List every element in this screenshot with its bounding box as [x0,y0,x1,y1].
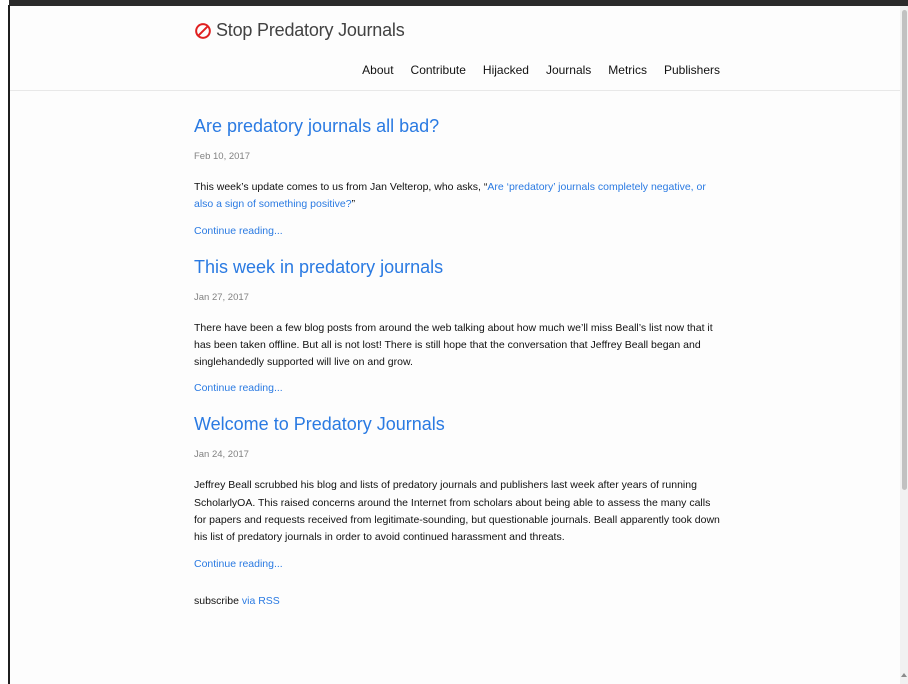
post-item: This week in predatory journals Jan 27, … [194,256,724,397]
post-excerpt: Jeffrey Beall scrubbed his blog and list… [194,479,720,544]
post-title: Are predatory journals all bad? [194,115,724,137]
window-left-border [8,5,10,684]
excerpt-text: This week’s update comes to us from Jan … [194,181,488,193]
site-title-link[interactable]: Stop Predatory Journals [194,20,405,41]
continue-reading-link[interactable]: Continue reading... [194,224,283,238]
post-excerpt: This week’s update comes to us from Jan … [194,179,724,214]
nav-contribute-link[interactable]: Contribute [411,63,466,77]
post-item: Welcome to Predatory Journals Jan 24, 20… [194,413,724,571]
post-title-link[interactable]: Welcome to Predatory Journals [194,414,445,434]
post-title-link[interactable]: Are predatory journals all bad? [194,116,439,136]
continue-reading-link[interactable]: Continue reading... [194,381,283,395]
nav-metrics-link[interactable]: Metrics [608,63,647,77]
nav-about-link[interactable]: About [362,63,393,77]
post-list: Are predatory journals all bad? Feb 10, … [194,90,724,608]
post-title-link[interactable]: This week in predatory journals [194,257,443,277]
subscribe-line: subscribe via RSS [194,594,724,608]
nav-publishers-link[interactable]: Publishers [664,63,720,77]
scrollbar-thumb[interactable] [902,10,907,490]
post-excerpt: There have been a few blog posts from ar… [194,321,713,369]
excerpt-text: ” [351,198,356,211]
post-date: Feb 10, 2017 [194,151,250,162]
post-item: Are predatory journals all bad? Feb 10, … [194,115,724,239]
nav-hijacked-link[interactable]: Hijacked [483,63,529,77]
post-date: Jan 27, 2017 [194,291,249,303]
post-title: This week in predatory journals [194,256,724,278]
nav-journals-link[interactable]: Journals [546,63,591,77]
rss-link[interactable]: via RSS [242,595,280,607]
continue-reading-link[interactable]: Continue reading... [194,557,283,571]
browser-viewport: Stop Predatory Journals About Contribute… [0,0,908,684]
no-entry-icon [195,22,211,39]
site-title-text: Stop Predatory Journals [216,20,405,40]
subscribe-label: subscribe [194,594,239,607]
site-header: Stop Predatory Journals About Contribute… [10,6,900,91]
post-title: Welcome to Predatory Journals [194,413,724,435]
scroll-up-arrow-icon[interactable] [901,673,907,677]
window-top-border [8,0,908,6]
post-date: Jan 24, 2017 [194,449,249,461]
site-nav: About Contribute Hijacked Journals Metri… [362,63,720,77]
